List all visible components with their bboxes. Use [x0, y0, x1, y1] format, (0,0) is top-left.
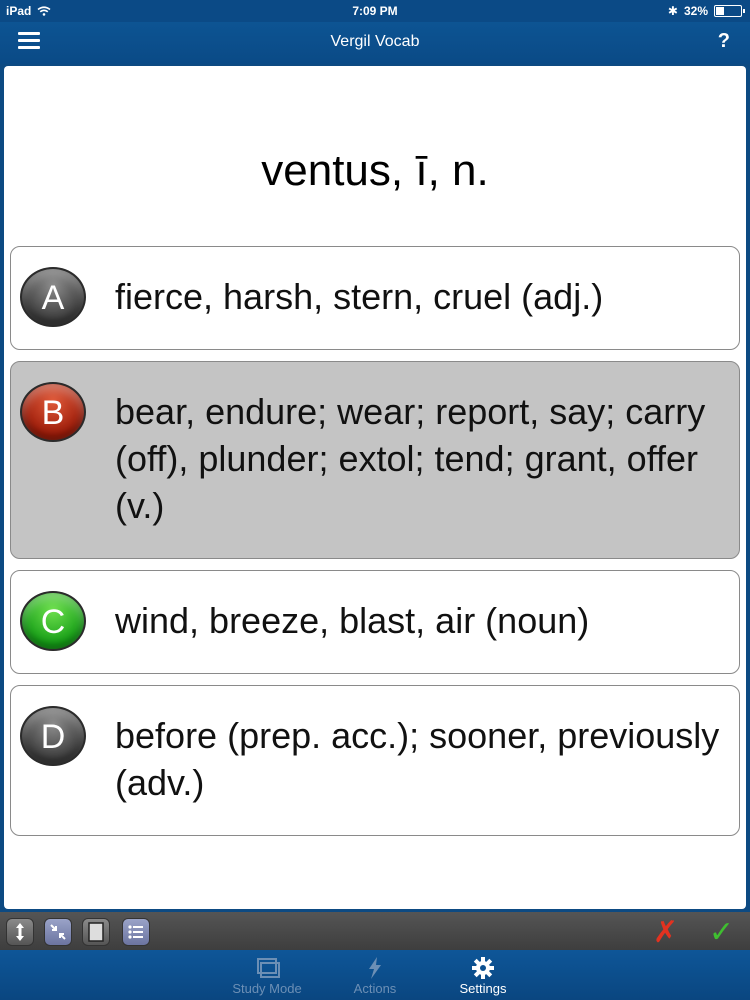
battery-icon	[714, 5, 745, 17]
x-mark-icon[interactable]: ✗	[653, 915, 678, 950]
answer-option-a[interactable]: A fierce, harsh, stern, cruel (adj.)	[10, 246, 740, 350]
check-mark-icon[interactable]: ✓	[709, 915, 734, 950]
page-title: Vergil Vocab	[330, 33, 420, 50]
tab-label: Study Mode	[232, 981, 302, 996]
card-icon[interactable]	[82, 918, 110, 946]
answer-letter-badge: C	[20, 591, 86, 651]
answer-option-c[interactable]: C wind, breeze, blast, air (noun)	[10, 570, 740, 674]
vocab-prompt: ventus, ī, n.	[261, 146, 489, 195]
tab-label: Settings	[459, 981, 507, 996]
tab-actions[interactable]: Actions	[330, 955, 420, 996]
tab-study-mode[interactable]: Study Mode	[222, 955, 312, 996]
lightning-icon	[369, 957, 381, 979]
flashcard: ventus, ī, n. A fierce, harsh, stern, cr…	[4, 66, 746, 909]
answer-letter-badge: B	[20, 382, 86, 442]
answer-text: before (prep. acc.); sooner, previously …	[115, 715, 720, 803]
answer-text: fierce, harsh, stern, cruel (adj.)	[115, 276, 604, 317]
cards-icon	[257, 958, 280, 978]
tab-label: Actions	[353, 981, 397, 996]
list-icon[interactable]	[122, 918, 150, 946]
status-time: 7:09 PM	[352, 4, 398, 18]
card-toolbar: ✗ ✓	[0, 912, 750, 950]
help-button[interactable]: ?	[718, 30, 730, 53]
answer-text: bear, endure; wear; report, say; carry (…	[115, 391, 706, 526]
answer-letter-badge: A	[20, 267, 86, 327]
navigation-bar: Vergil Vocab ?	[0, 22, 750, 64]
status-bar: iPad 7:09 PM ✱ 32%	[0, 0, 750, 22]
shrink-icon[interactable]	[44, 918, 72, 946]
gear-icon	[472, 957, 494, 979]
answer-option-d[interactable]: D before (prep. acc.); sooner, previousl…	[10, 685, 740, 836]
answer-option-b[interactable]: B bear, endure; wear; report, say; carry…	[10, 361, 740, 559]
tab-settings[interactable]: Settings	[438, 955, 528, 996]
tab-bar: Study Mode Actions Settings	[0, 950, 750, 1000]
bluetooth-icon: ✱	[667, 4, 678, 18]
resize-vertical-icon[interactable]	[6, 918, 34, 946]
answer-text: wind, breeze, blast, air (noun)	[115, 600, 590, 641]
answer-letter-badge: D	[20, 706, 86, 766]
battery-percent: 32%	[683, 4, 708, 18]
battery-level	[716, 7, 724, 15]
